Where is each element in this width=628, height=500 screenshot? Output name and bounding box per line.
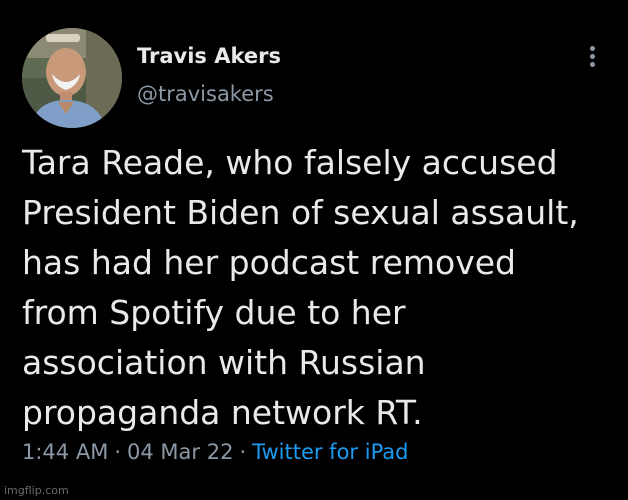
- tweet-card: Travis Akers @travisakers Tara Reade, wh…: [0, 0, 628, 500]
- tweet-time[interactable]: 1:44 AM: [22, 440, 108, 464]
- avatar[interactable]: [22, 28, 122, 128]
- tweet-meta: 1:44 AM · 04 Mar 22 · Twitter for iPad: [22, 440, 409, 464]
- more-vertical-icon-dot: [590, 54, 595, 59]
- more-options-button[interactable]: [580, 40, 606, 74]
- tweet-text-line: from Spotify due to her: [22, 293, 406, 332]
- watermark: imgflip.com: [4, 484, 69, 497]
- author-handle[interactable]: @travisakers: [137, 82, 274, 106]
- tweet-text-line: association with Russian: [22, 343, 426, 382]
- tweet-text-line: Tara Reade, who falsely accused: [22, 143, 558, 182]
- more-vertical-icon: [590, 46, 595, 51]
- profile-photo-icon: [22, 28, 122, 128]
- author-name[interactable]: Travis Akers: [137, 44, 281, 68]
- tweet-text: Tara Reade, who falsely accused Presiden…: [22, 138, 612, 438]
- tweet-text-line: propaganda network RT.: [22, 393, 423, 432]
- tweet-text-line: President Biden of sexual assault,: [22, 193, 579, 232]
- meta-separator: ·: [239, 440, 247, 464]
- meta-separator: ·: [114, 440, 122, 464]
- more-vertical-icon-dot: [590, 62, 595, 67]
- tweet-date[interactable]: 04 Mar 22: [127, 440, 233, 464]
- tweet-source-link[interactable]: Twitter for iPad: [252, 440, 408, 464]
- tweet-text-line: has had her podcast removed: [22, 243, 517, 282]
